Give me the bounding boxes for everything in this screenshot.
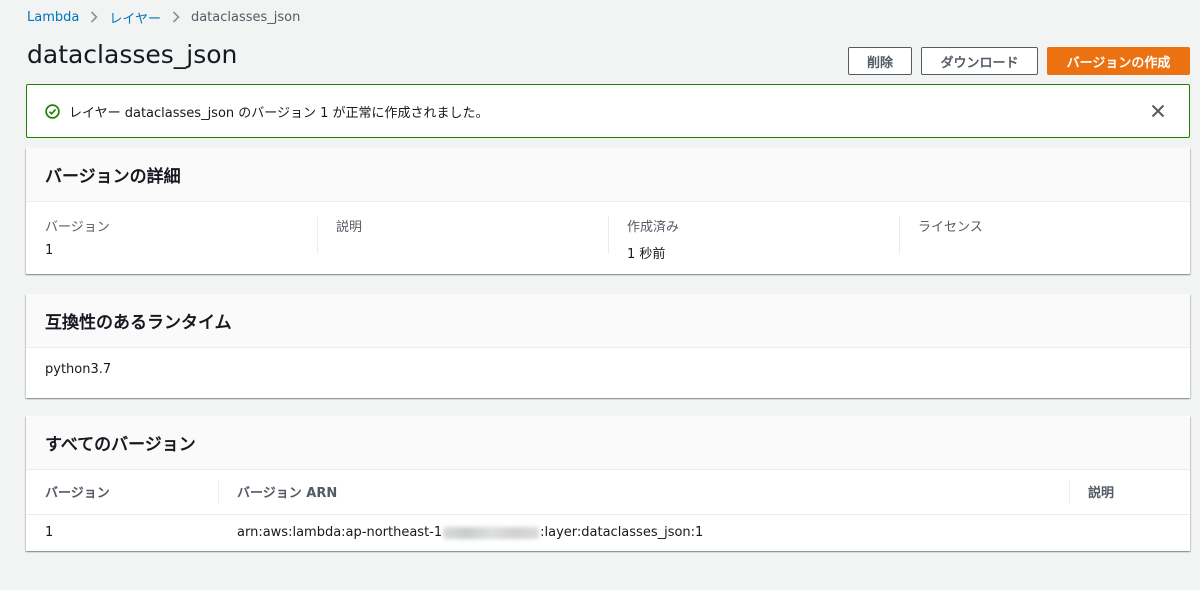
success-flash-banner: レイヤー dataclasses_json のバージョン 1 が正常に作成されま…: [26, 84, 1190, 138]
breadcrumb-current: dataclasses_json: [190, 9, 301, 25]
breadcrumb: Lambda レイヤー dataclasses_json: [27, 8, 301, 27]
arn-suffix: :layer:dataclasses_json:1: [540, 525, 704, 541]
page-title: dataclasses_json: [27, 40, 238, 69]
header-actions: 削除 ダウンロード バージョンの作成: [848, 47, 1190, 75]
versions-table: バージョン バージョン ARN 説明 1 arn:aws:lambda:ap-n…: [26, 470, 1190, 551]
flash-message: レイヤー dataclasses_json のバージョン 1 が正常に作成されま…: [69, 105, 489, 121]
table-row: 1 arn:aws:lambda:ap-northeast-1 :layer:da…: [26, 514, 1190, 551]
runtime-item: python3.7: [45, 362, 112, 377]
chevron-right-icon: [172, 11, 180, 23]
chevron-right-icon: [90, 11, 98, 23]
detail-description: 説明: [317, 216, 608, 274]
detail-label: ライセンス: [918, 220, 983, 235]
runtime-list: python3.7: [26, 348, 1190, 398]
detail-version: バージョン 1: [26, 216, 317, 274]
cell-description: [1069, 514, 1190, 551]
column-header-version[interactable]: バージョン: [26, 470, 218, 515]
breadcrumb-link-lambda[interactable]: Lambda: [27, 10, 79, 25]
detail-label: 作成済み: [627, 220, 680, 235]
detail-license: ライセンス: [899, 216, 1190, 274]
all-versions-header: すべてのバージョン: [26, 416, 1190, 470]
compatible-runtimes-panel: 互換性のあるランタイム python3.7: [26, 294, 1190, 398]
detail-label: バージョン: [45, 220, 110, 235]
version-details-grid: バージョン 1 説明 作成済み 1 秒前 ライセンス: [26, 202, 1190, 274]
redacted-account-id: [443, 526, 540, 539]
all-versions-panel: すべてのバージョン バージョン バージョン ARN 説明 1 arn:aws:l…: [26, 416, 1190, 551]
arn-prefix: arn:aws:lambda:ap-northeast-1: [237, 525, 443, 541]
detail-created: 作成済み 1 秒前: [608, 216, 899, 274]
version-details-header: バージョンの詳細: [26, 148, 1190, 202]
download-button[interactable]: ダウンロード: [921, 47, 1038, 75]
check-circle-icon: [45, 103, 60, 119]
compatible-runtimes-header: 互換性のあるランタイム: [26, 294, 1190, 348]
cell-version: 1: [45, 525, 54, 541]
breadcrumb-link-layers[interactable]: レイヤー: [109, 8, 161, 27]
close-icon[interactable]: [1149, 102, 1167, 120]
column-header-arn[interactable]: バージョン ARN: [218, 470, 1069, 515]
detail-label: 説明: [336, 220, 363, 235]
version-details-panel: バージョンの詳細 バージョン 1 説明 作成済み 1 秒前 ライセンス: [26, 148, 1190, 274]
cell-arn: arn:aws:lambda:ap-northeast-1 :layer:data…: [218, 514, 1069, 551]
detail-value: 1 秒前: [627, 247, 666, 262]
detail-value: 1: [45, 243, 54, 258]
delete-button[interactable]: 削除: [848, 47, 912, 75]
column-header-description[interactable]: 説明: [1069, 470, 1190, 515]
create-version-button[interactable]: バージョンの作成: [1047, 47, 1190, 75]
